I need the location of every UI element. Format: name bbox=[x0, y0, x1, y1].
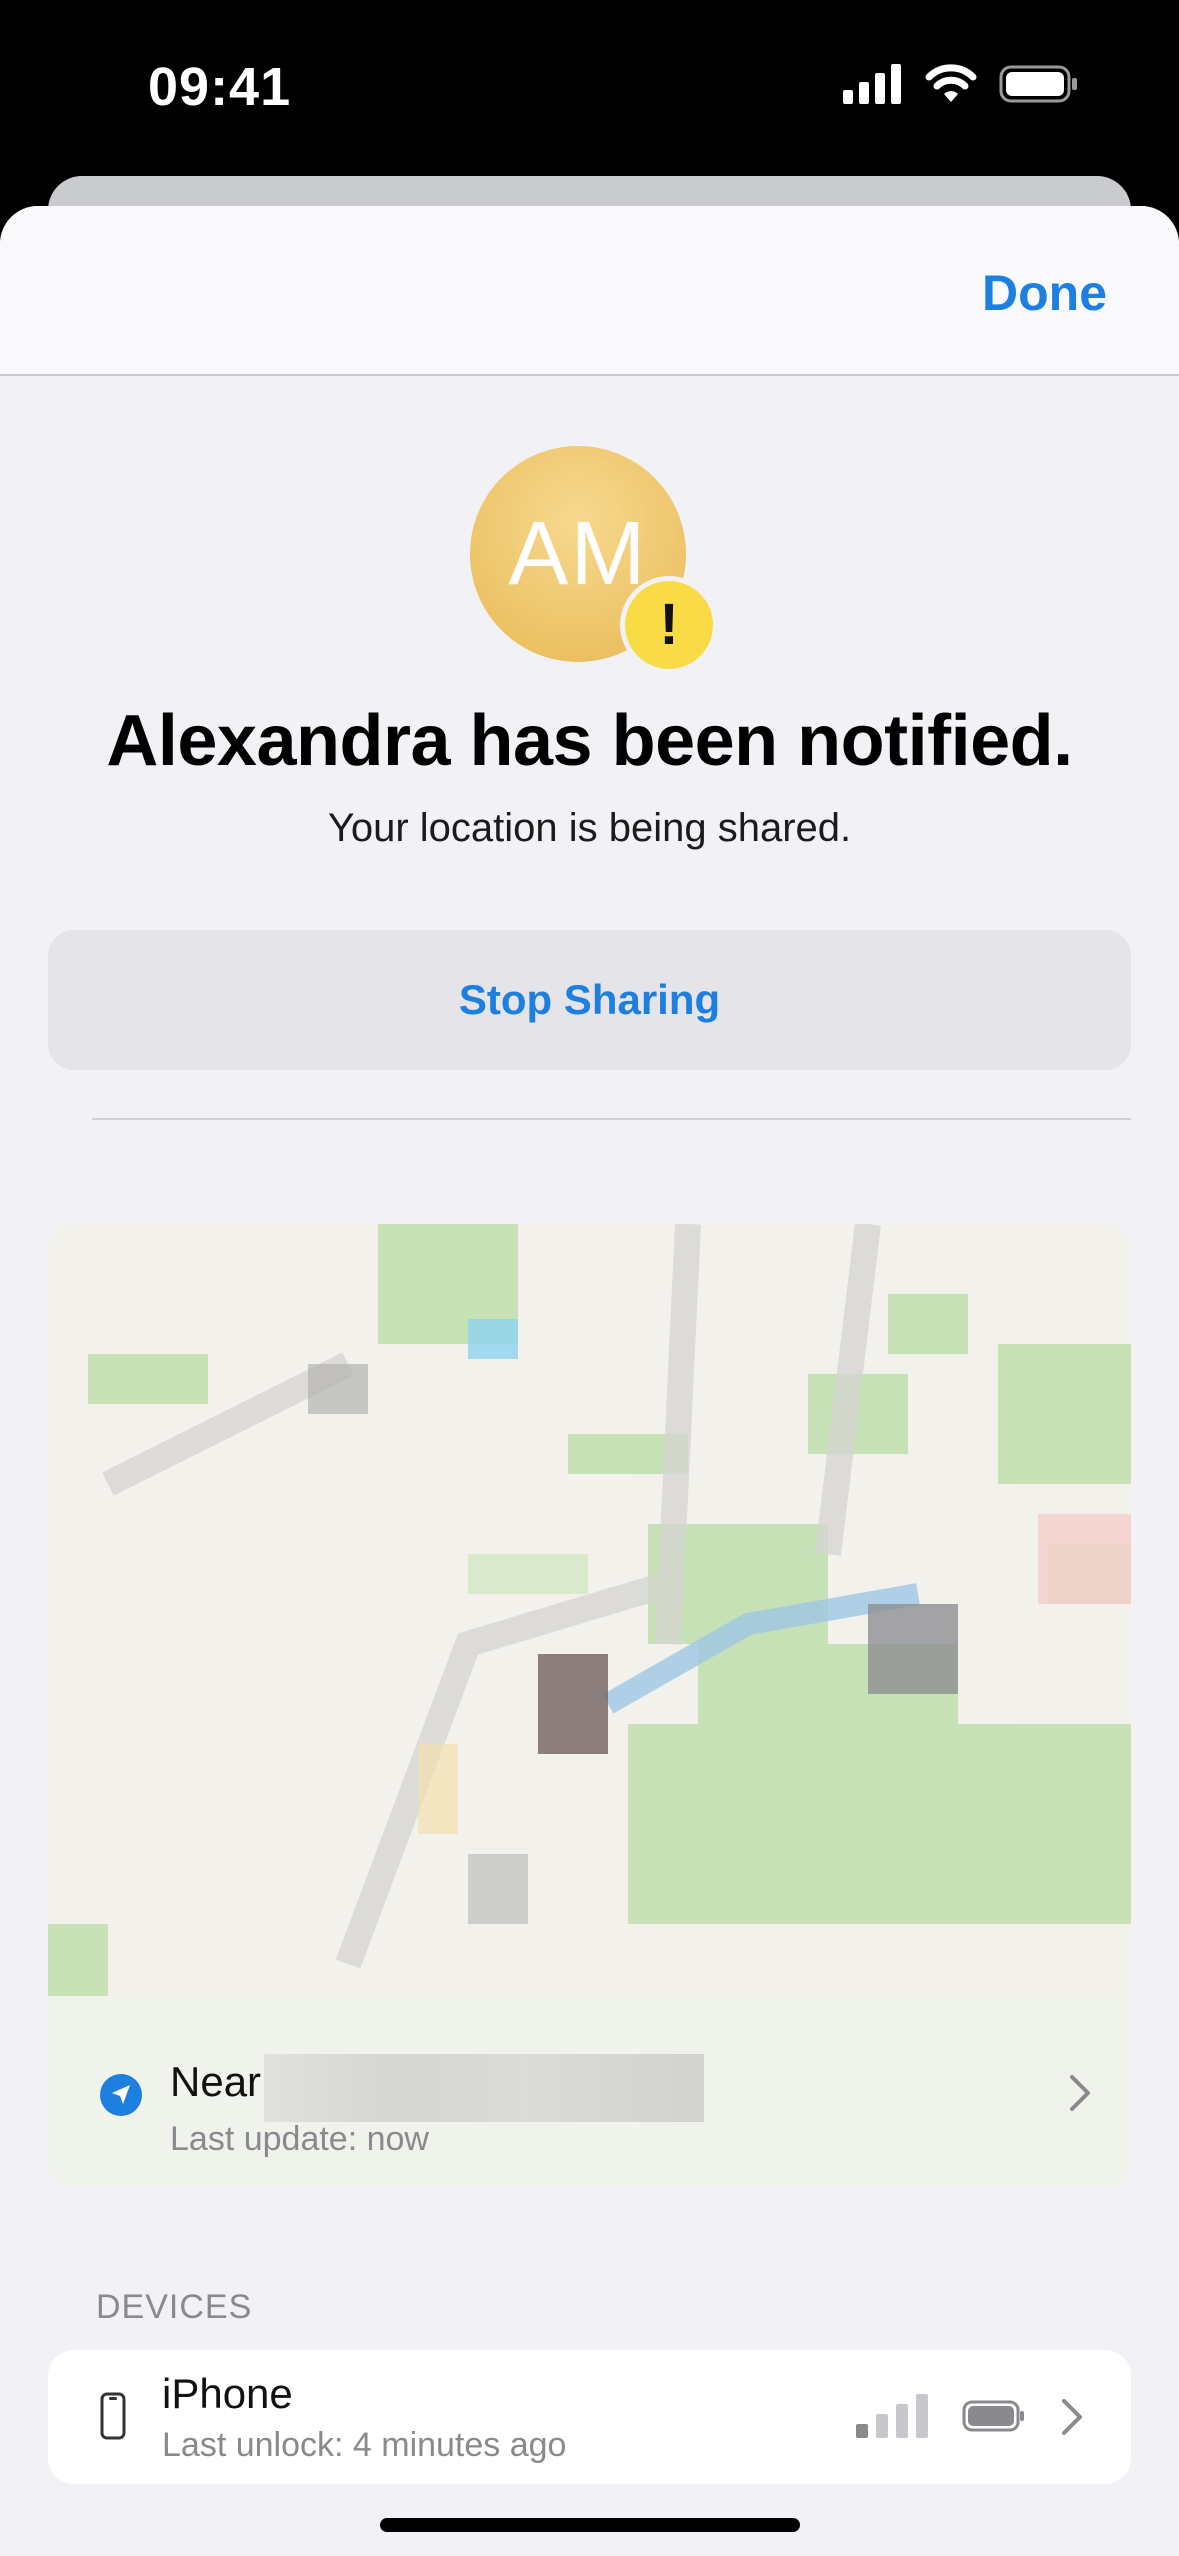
notice-subtitle: Your location is being shared. bbox=[327, 806, 852, 850]
iphone-icon bbox=[100, 2392, 126, 2440]
status-bar: 09:41 bbox=[0, 0, 1179, 170]
device-name: iPhone bbox=[162, 2370, 293, 2417]
status-icons bbox=[843, 64, 1079, 104]
notice-title: Alexandra has been notified. bbox=[106, 701, 1073, 781]
location-card[interactable]: Near Last update: now bbox=[48, 1224, 1131, 2188]
location-map[interactable] bbox=[48, 1224, 1131, 1996]
device-row[interactable]: iPhone Last unlock: 4 minutes ago bbox=[48, 2350, 1131, 2484]
device-signal-icon bbox=[856, 2394, 928, 2438]
wifi-icon bbox=[925, 64, 977, 102]
home-indicator[interactable] bbox=[380, 2518, 800, 2532]
stop-sharing-button[interactable]: Stop Sharing bbox=[48, 930, 1131, 1070]
cellular-signal-icon bbox=[843, 64, 901, 104]
chevron-right-icon bbox=[1070, 2075, 1090, 2111]
last-update-text: Last update: now bbox=[170, 2120, 429, 2158]
location-row[interactable]: Near Last update: now bbox=[48, 1996, 1131, 2188]
location-arrow-icon bbox=[100, 2074, 142, 2116]
near-label: Near bbox=[170, 2058, 262, 2105]
alert-badge-icon: ! bbox=[620, 576, 718, 674]
done-button[interactable]: Done bbox=[982, 264, 1107, 322]
redacted-address bbox=[264, 2054, 704, 2122]
device-detail: Last unlock: 4 minutes ago bbox=[162, 2426, 567, 2464]
status-time: 09:41 bbox=[148, 57, 292, 117]
chevron-right-icon bbox=[1062, 2399, 1082, 2435]
devices-section-header: DEVICES bbox=[96, 2288, 253, 2326]
device-battery-icon bbox=[962, 2400, 1024, 2432]
location-shared-sheet: Done AM ! Alexandra has been notified. Y… bbox=[0, 206, 1179, 2556]
divider bbox=[92, 1118, 1131, 1120]
battery-icon bbox=[999, 65, 1077, 103]
sheet-nav-bar: Done bbox=[0, 206, 1179, 376]
